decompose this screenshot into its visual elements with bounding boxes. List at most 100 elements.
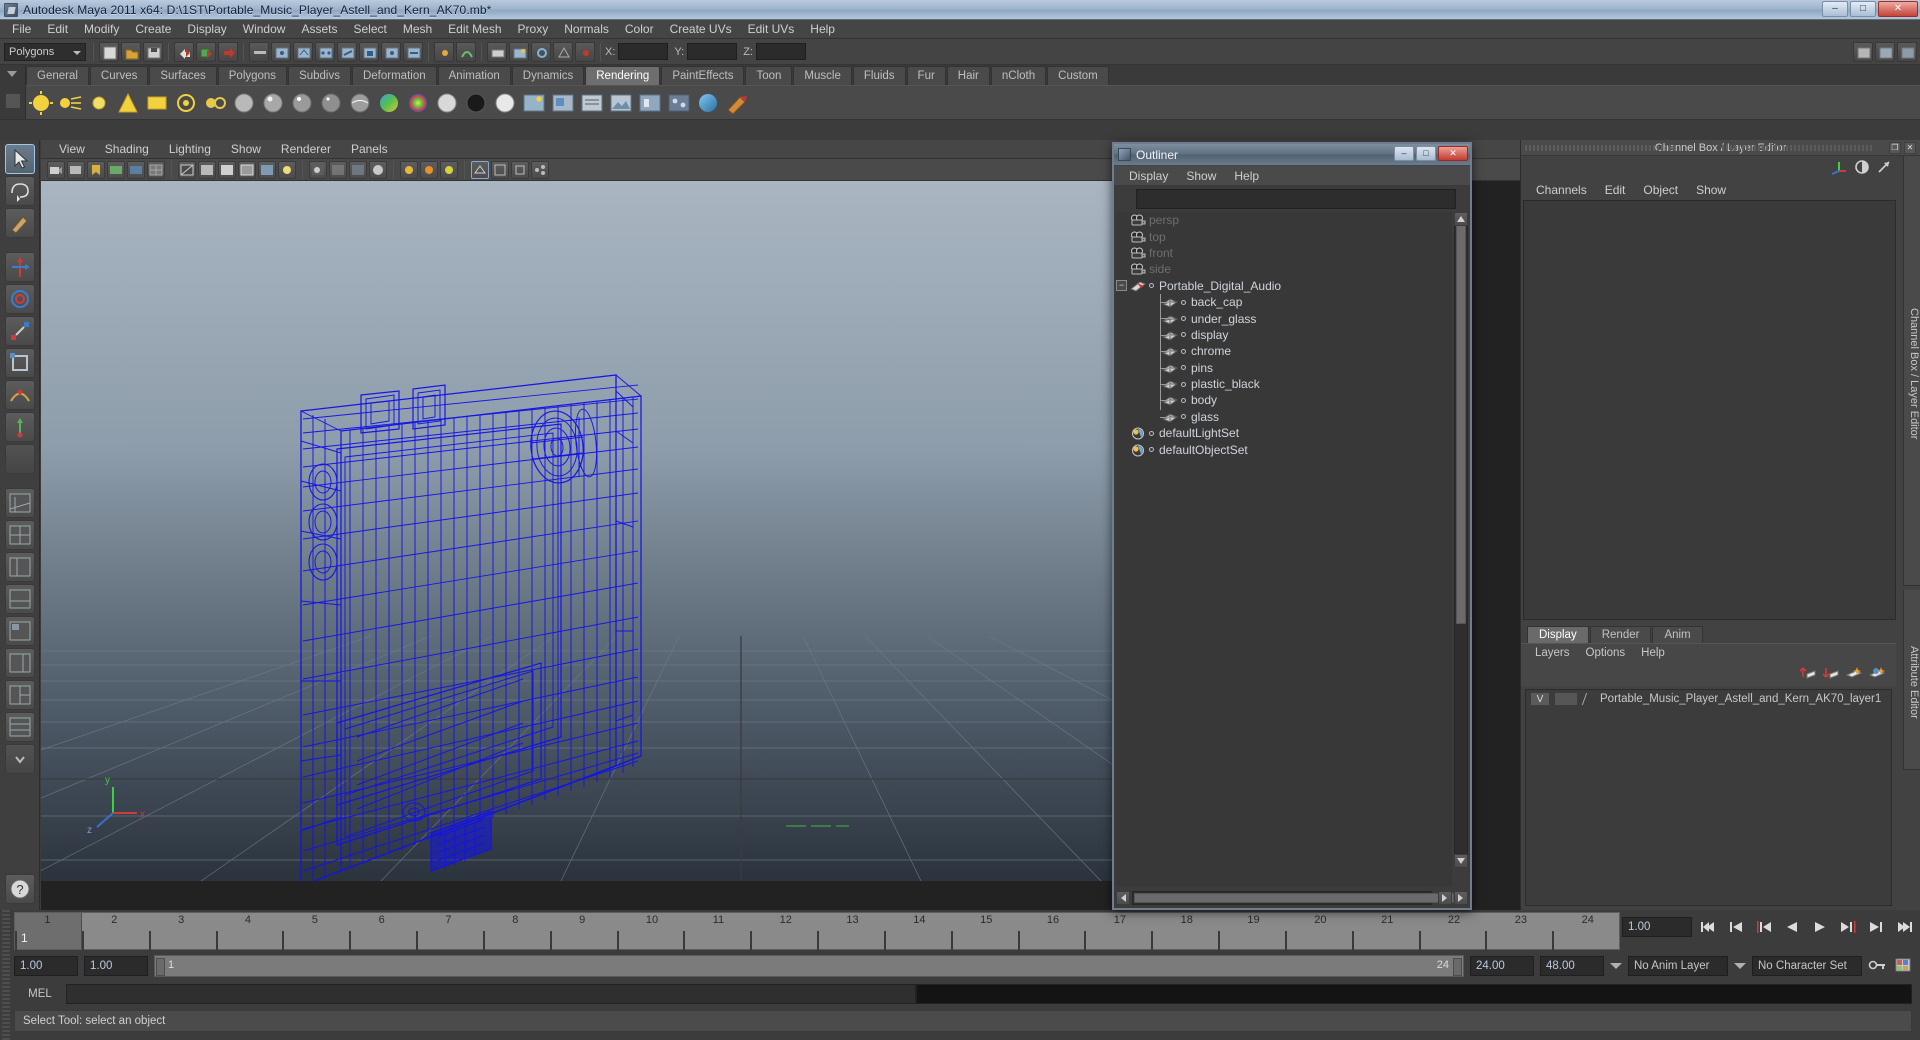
paint-effects-icon[interactable] (724, 90, 750, 116)
select-face-icon[interactable] (359, 41, 379, 62)
channel-box-toggle-icon[interactable] (1854, 159, 1870, 178)
go-to-end-button[interactable] (1892, 916, 1916, 938)
anim-end-time-field[interactable]: 48.00 (1540, 956, 1604, 976)
render-view-window-icon[interactable] (608, 90, 634, 116)
render-settings-icon[interactable] (531, 41, 551, 62)
current-time-field[interactable]: 1.00 (1622, 917, 1692, 937)
surface-shader-icon[interactable] (434, 90, 460, 116)
outliner-scroll-end-button[interactable] (1454, 891, 1468, 905)
select-by-hierarchy-icon[interactable] (249, 41, 269, 62)
isolate-select-icon[interactable] (400, 160, 418, 179)
step-back-key-button[interactable] (1752, 916, 1776, 938)
layer-playback-toggle[interactable] (1554, 692, 1578, 706)
select-edge-icon[interactable] (337, 41, 357, 62)
command-input-field[interactable] (66, 984, 916, 1004)
close-button[interactable]: ✕ (1878, 1, 1918, 17)
hypershade-persp-layout-icon[interactable] (4, 616, 35, 646)
xray-icon[interactable] (329, 160, 347, 179)
shelf-tab-animation[interactable]: Animation (437, 66, 511, 85)
outliner-menu-help[interactable]: Help (1225, 169, 1268, 183)
camera-attributes-icon[interactable] (67, 160, 85, 179)
channel-box-menu-object[interactable]: Object (1634, 183, 1687, 197)
create-empty-layer-icon[interactable] (1845, 665, 1863, 684)
batch-render-icon[interactable] (637, 90, 663, 116)
step-back-frame-button[interactable] (1724, 916, 1748, 938)
new-scene-icon[interactable] (99, 41, 119, 62)
shelf-tab-surfaces[interactable]: Surfaces (149, 66, 217, 85)
side-tab-attribute-editor[interactable]: Attribute Editor (1903, 590, 1920, 770)
single-perspective-layout-icon[interactable] (4, 488, 35, 518)
redo-icon[interactable] (196, 41, 216, 62)
menu-item-create-uvs[interactable]: Create UVs (662, 20, 740, 39)
menuset-selector[interactable]: Polygons (4, 42, 86, 61)
lambert-material-icon[interactable] (231, 90, 257, 116)
shelf-menu-arrow-icon[interactable] (7, 71, 17, 77)
command-line-grip[interactable] (2, 1006, 10, 1032)
menu-item-color[interactable]: Color (617, 20, 662, 39)
construction-history-icon[interactable] (487, 41, 507, 62)
paint-selection-tool-icon[interactable] (4, 208, 35, 238)
shelf-tab-options-icon[interactable] (5, 93, 21, 109)
select-by-object-icon[interactable] (271, 41, 291, 62)
playback-end-time-field[interactable]: 24.00 (1470, 956, 1534, 976)
select-camera-icon[interactable] (47, 160, 65, 179)
ramp-shader-icon[interactable] (405, 90, 431, 116)
shelf-tab-toon[interactable]: Toon (745, 66, 793, 85)
channel-box-menu-edit[interactable]: Edit (1596, 183, 1635, 197)
outliner-item-top[interactable]: top (1116, 228, 1452, 244)
snapshot-icon[interactable] (471, 160, 489, 179)
dock-close-button[interactable]: ✕ (1904, 142, 1916, 154)
shelf-tab-custom[interactable]: Custom (1047, 66, 1109, 85)
light-linking-icon[interactable] (202, 90, 228, 116)
outliner-scroll-left-button[interactable] (1116, 891, 1130, 905)
shading-map-icon[interactable] (492, 90, 518, 116)
smooth-mesh-preview-icon[interactable] (369, 160, 387, 179)
select-tool-icon[interactable] (4, 144, 35, 174)
playback-start-time-field[interactable]: 1.00 (84, 956, 148, 976)
character-set-dropdown-caret-icon[interactable] (1734, 963, 1746, 969)
outliner-item-portable_digital_audio[interactable]: − Portable_Digital_Audio (1116, 278, 1452, 294)
channel-box-menu-channels[interactable]: Channels (1527, 183, 1596, 197)
render-globals-icon[interactable] (695, 90, 721, 116)
hypershade-icon[interactable] (666, 90, 692, 116)
outliner-scroll-right-button[interactable] (1438, 891, 1452, 905)
layout-more-icon[interactable] (4, 744, 35, 774)
outliner-item-defaultobjectset[interactable]: defaultObjectSet (1116, 441, 1452, 457)
command-output-field[interactable] (916, 984, 1912, 1004)
outliner-tree[interactable]: persp top front side − Portable_Digital_Audio… (1116, 212, 1452, 886)
four-view-layout-icon[interactable] (4, 520, 35, 550)
layer-editor-tab-anim[interactable]: Anim (1652, 626, 1703, 643)
snap-icon[interactable] (218, 41, 238, 62)
create-layer-from-selected-icon[interactable] (1868, 665, 1886, 684)
select-handle-icon[interactable] (403, 41, 423, 62)
outliner-menu-show[interactable]: Show (1177, 169, 1225, 183)
snap-to-curve-icon[interactable] (456, 41, 476, 62)
render-current-frame-icon[interactable] (521, 90, 547, 116)
go-to-start-button[interactable] (1696, 916, 1720, 938)
select-point-icon[interactable] (315, 41, 335, 62)
menu-item-edit-uvs[interactable]: Edit UVs (740, 20, 803, 39)
smooth-shading-icon[interactable] (198, 160, 216, 179)
menu-item-mesh[interactable]: Mesh (395, 20, 440, 39)
shelf-tab-subdivs[interactable]: Subdivs (288, 66, 351, 85)
range-slider-bar[interactable]: 1 24 (154, 955, 1464, 977)
panel-zoom-out-icon[interactable] (511, 160, 529, 179)
channel-box-menu-show[interactable]: Show (1687, 183, 1735, 197)
menu-item-edit-mesh[interactable]: Edit Mesh (440, 20, 509, 39)
persp-outliner-layout-icon[interactable] (4, 648, 35, 678)
channel-box-attribute-list[interactable] (1523, 200, 1896, 620)
two-d-pan-zoom-icon[interactable] (127, 160, 145, 179)
menu-item-modify[interactable]: Modify (76, 20, 127, 39)
shelf-tab-deformation[interactable]: Deformation (351, 66, 437, 85)
shelf-tab-general[interactable]: General (26, 66, 89, 85)
menu-item-help[interactable]: Help (802, 20, 843, 39)
wireframe-shading-icon[interactable] (178, 160, 196, 179)
image-plane-icon[interactable] (107, 160, 125, 179)
directional-light-icon[interactable] (57, 90, 83, 116)
outliner-horizontal-scrollbar[interactable] (1132, 891, 1454, 905)
shelf-tab-curves[interactable]: Curves (89, 66, 149, 85)
smooth-shade-all-icon[interactable] (218, 160, 236, 179)
menu-item-normals[interactable]: Normals (556, 20, 617, 39)
outliner-vscroll-thumb[interactable] (1456, 214, 1466, 624)
outliner-minimize-button[interactable]: – (1394, 146, 1414, 161)
